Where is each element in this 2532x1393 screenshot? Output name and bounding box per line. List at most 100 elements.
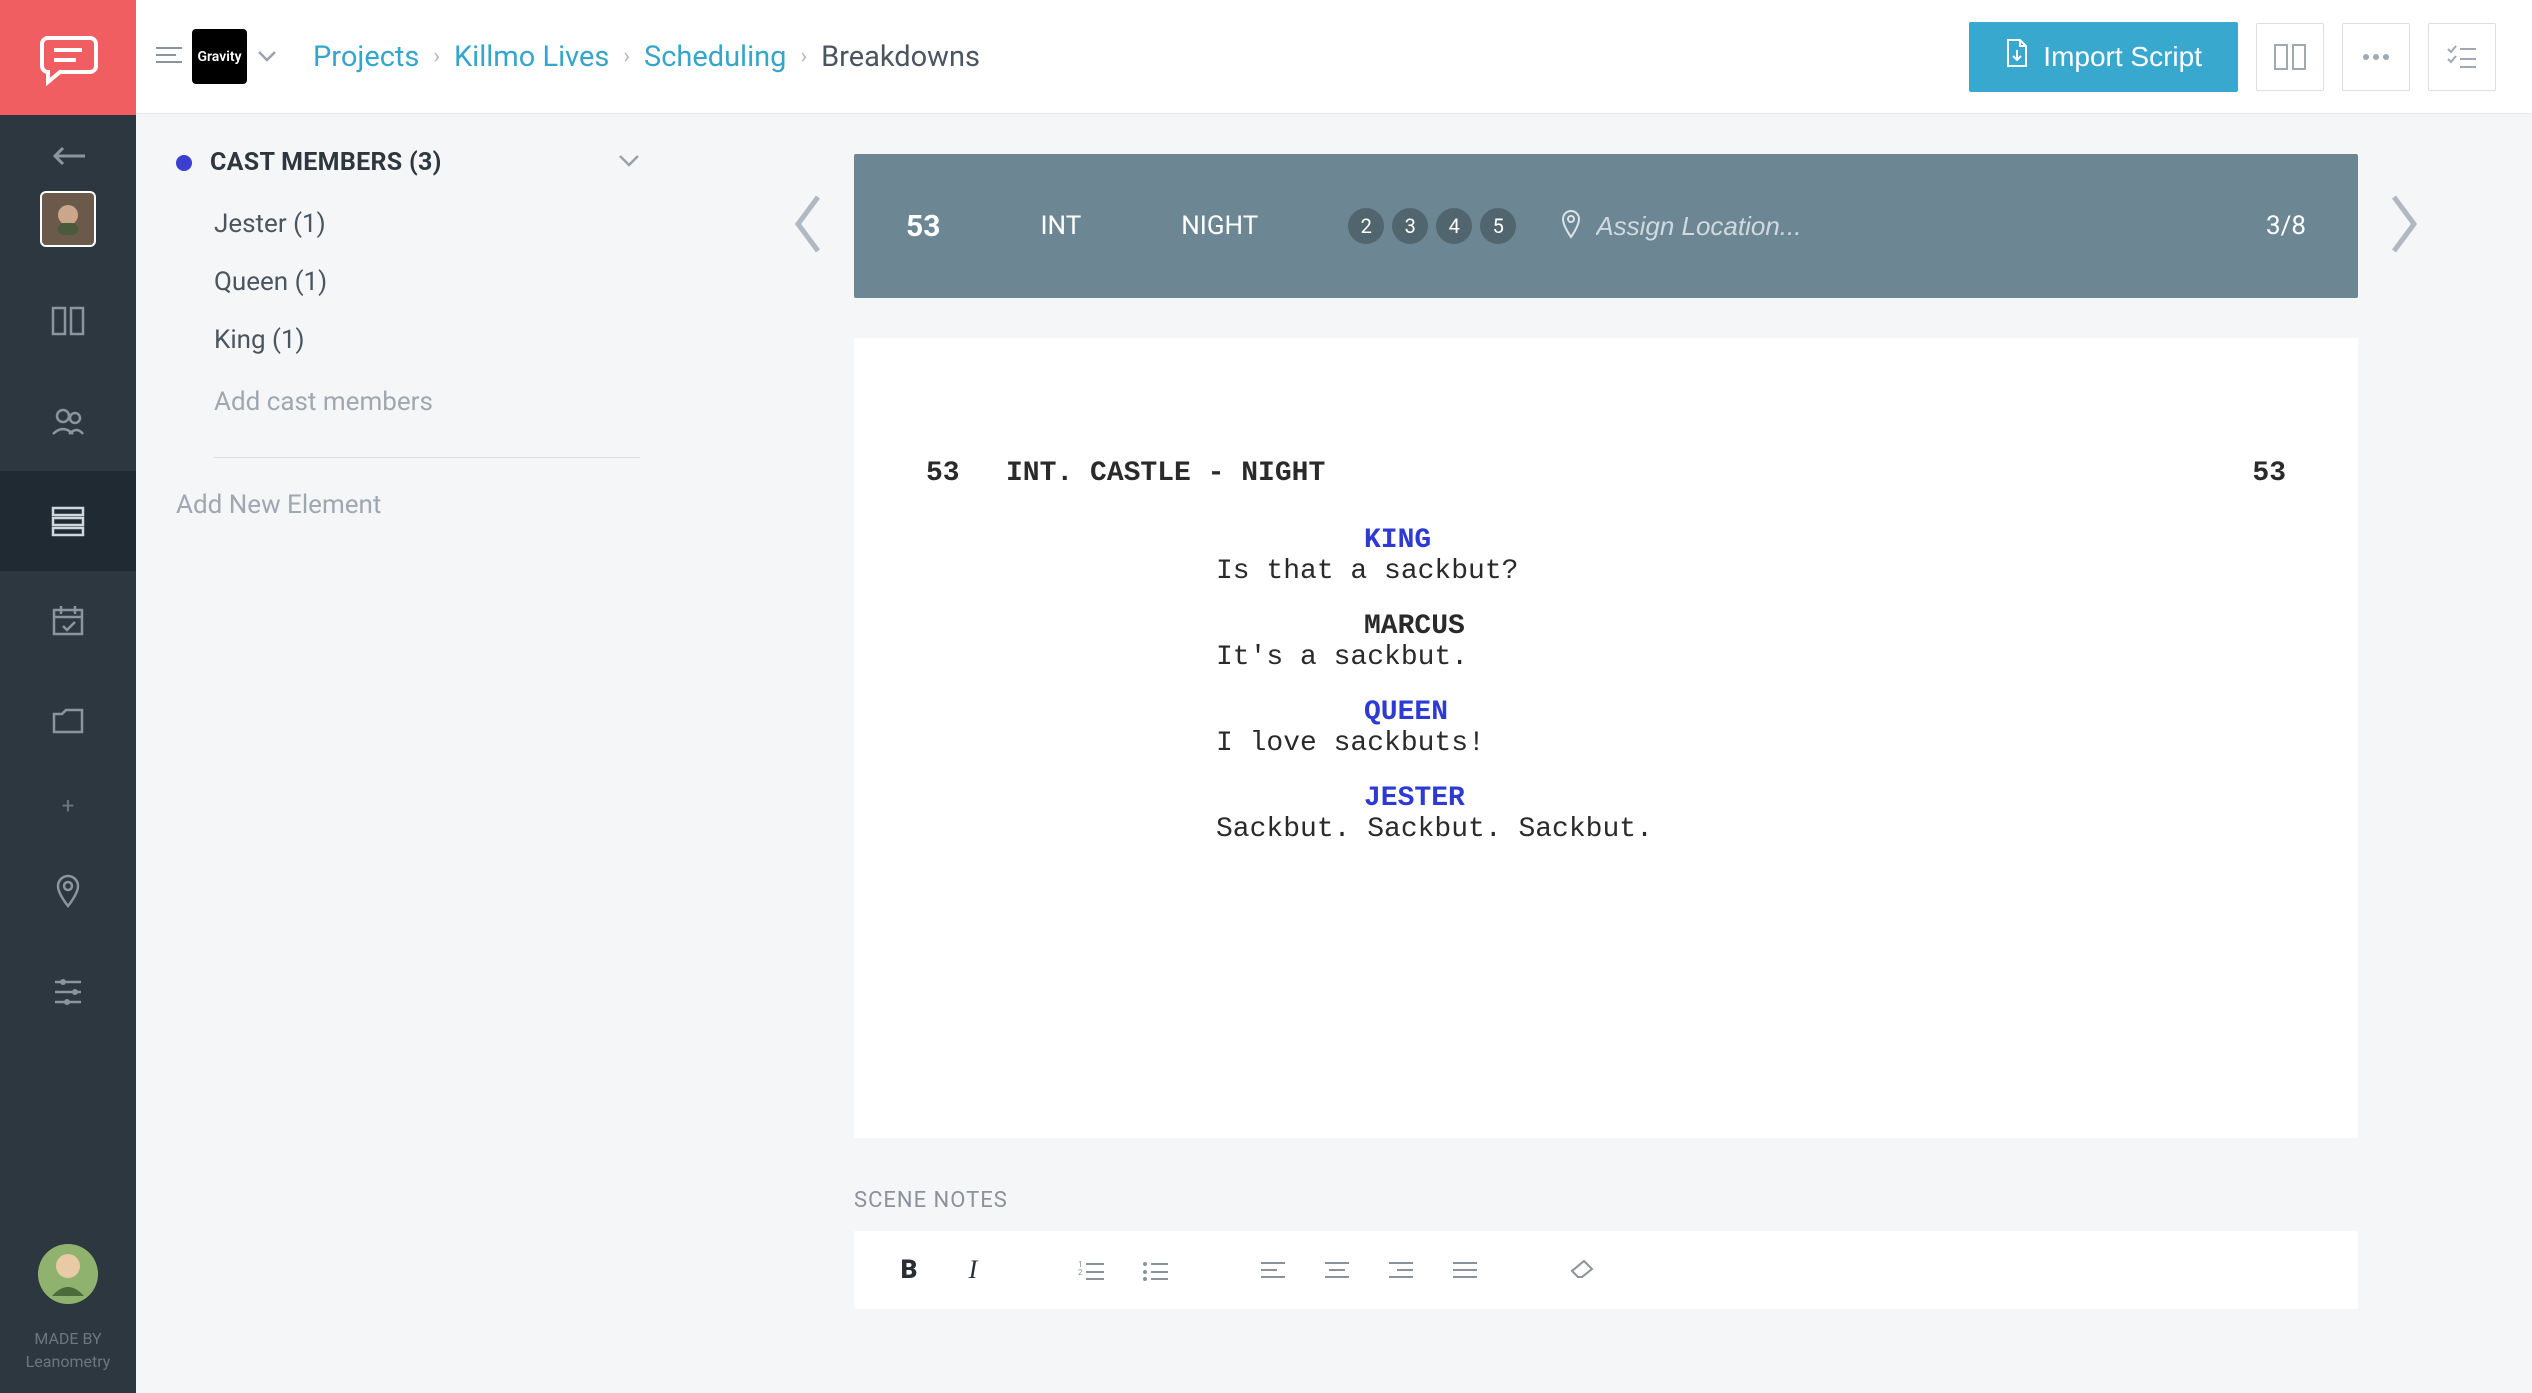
unordered-list-button[interactable] xyxy=(1140,1259,1170,1281)
align-center-icon xyxy=(1325,1260,1349,1280)
elements-panel: CAST MEMBERS (3) Jester (1) Queen (1) Ki… xyxy=(136,114,680,1393)
menu-lines-icon xyxy=(156,45,182,69)
nav-calendar[interactable] xyxy=(0,571,136,671)
location-assign[interactable] xyxy=(1560,209,1896,243)
category-header-cast[interactable]: CAST MEMBERS (3) xyxy=(176,140,640,195)
italic-button[interactable]: I xyxy=(958,1255,988,1285)
dialogue-block[interactable]: KINGIs that a sackbut? xyxy=(926,525,2286,587)
split-icon xyxy=(2273,43,2307,71)
footer-credit: MADE BY Leanometry xyxy=(26,1328,111,1373)
nav-settings[interactable] xyxy=(0,941,136,1041)
align-justify-button[interactable] xyxy=(1450,1260,1480,1280)
scene-intext[interactable]: INT xyxy=(1040,211,1081,241)
location-input[interactable] xyxy=(1596,211,1896,242)
chat-bubble-icon xyxy=(36,26,100,90)
nav-people[interactable] xyxy=(0,371,136,471)
cast-item[interactable]: Jester (1) xyxy=(214,195,640,253)
chevron-down-icon xyxy=(257,47,277,66)
character-name[interactable]: QUEEN xyxy=(1216,697,2286,728)
dialogue-line[interactable]: I love sackbuts! xyxy=(1216,728,2286,759)
nav-breakdowns[interactable] xyxy=(0,471,136,571)
more-button[interactable] xyxy=(2342,23,2410,91)
project-selector[interactable]: Gravity xyxy=(156,29,277,84)
calendar-icon xyxy=(49,602,87,640)
list-rows-icon xyxy=(49,502,87,540)
ol-icon: 12 xyxy=(1078,1259,1104,1281)
chevron-right-icon xyxy=(2384,189,2426,259)
notes-toolbar: B I 12 xyxy=(854,1231,2358,1309)
character-name[interactable]: JESTER xyxy=(1216,783,2286,814)
chevron-left-icon xyxy=(786,189,828,259)
shooting-day-pills: 2 3 4 5 xyxy=(1348,208,1516,244)
checklist-icon xyxy=(2446,43,2478,71)
file-import-icon xyxy=(2005,38,2029,75)
category-title: CAST MEMBERS (3) xyxy=(210,148,442,177)
day-pill[interactable]: 5 xyxy=(1480,208,1516,244)
chevron-right-icon: › xyxy=(433,44,440,69)
sliders-icon xyxy=(49,972,87,1010)
align-justify-icon xyxy=(1453,1260,1477,1280)
dialogue-block[interactable]: MARCUSIt's a sackbut. xyxy=(926,611,2286,673)
nav-locations[interactable] xyxy=(0,841,136,941)
category-color-dot xyxy=(176,155,192,171)
bold-button[interactable]: B xyxy=(894,1255,924,1285)
import-script-button[interactable]: Import Script xyxy=(1969,22,2238,92)
made-by-label: MADE BY xyxy=(26,1328,111,1350)
app-logo[interactable] xyxy=(0,0,136,115)
pin-icon xyxy=(49,872,87,910)
prev-scene-button[interactable] xyxy=(786,189,828,263)
align-center-button[interactable] xyxy=(1322,1260,1352,1280)
crumb-projects[interactable]: Projects xyxy=(313,40,419,74)
align-right-button[interactable] xyxy=(1386,1260,1416,1280)
scene-notes-section: SCENE NOTES B I 12 xyxy=(854,1188,2358,1309)
character-name[interactable]: KING xyxy=(1216,525,2286,556)
face-icon xyxy=(48,199,88,239)
people-icon xyxy=(49,402,87,440)
dialogue-block[interactable]: QUEENI love sackbuts! xyxy=(926,697,2286,759)
project-avatar[interactable] xyxy=(40,191,96,247)
scene-time[interactable]: NIGHT xyxy=(1181,211,1258,241)
left-rail: + MADE BY Leanometry xyxy=(0,0,136,1393)
slug-number-right: 53 xyxy=(2206,458,2286,489)
crumb-scheduling[interactable]: Scheduling xyxy=(644,40,787,74)
scene-header-bar: 5 3 INT NIGHT 2 3 4 5 3/8 xyxy=(854,154,2358,298)
nav-boards[interactable] xyxy=(0,271,136,371)
checklist-button[interactable] xyxy=(2428,23,2496,91)
back-arrow-icon[interactable] xyxy=(51,147,85,169)
dots-icon xyxy=(2361,53,2391,61)
split-view-button[interactable] xyxy=(2256,23,2324,91)
dialogue-line[interactable]: Is that a sackbut? xyxy=(1216,556,2286,587)
character-name[interactable]: MARCUS xyxy=(1216,611,2286,642)
cast-item[interactable]: King (1) xyxy=(214,311,640,369)
ordered-list-button[interactable]: 12 xyxy=(1076,1259,1106,1281)
divider xyxy=(214,457,640,458)
align-left-button[interactable] xyxy=(1258,1260,1288,1280)
nav-files[interactable] xyxy=(0,671,136,771)
dialogue-line[interactable]: Sackbut. Sackbut. Sackbut. xyxy=(1216,814,2286,845)
dialogue-line[interactable]: It's a sackbut. xyxy=(1216,642,2286,673)
nav-add[interactable]: + xyxy=(0,771,136,841)
script-canvas: 53 INT NIGHT 2 3 4 5 3/8 xyxy=(680,114,2532,1393)
add-new-element[interactable]: Add New Element xyxy=(176,480,640,530)
top-header: Gravity Projects › Killmo Lives › Schedu… xyxy=(136,0,2532,114)
cast-item[interactable]: Queen (1) xyxy=(214,253,640,311)
dialogue-block[interactable]: JESTERSackbut. Sackbut. Sackbut. xyxy=(926,783,2286,845)
align-right-icon xyxy=(1389,1260,1413,1280)
folder-icon xyxy=(49,702,87,740)
user-avatar[interactable] xyxy=(38,1244,98,1304)
next-scene-button[interactable] xyxy=(2384,189,2426,263)
chevron-right-icon: › xyxy=(800,44,807,69)
day-pill[interactable]: 3 xyxy=(1392,208,1428,244)
script-page[interactable]: 53 INT. CASTLE - NIGHT 53 KINGIs that a … xyxy=(854,338,2358,1138)
columns-icon xyxy=(49,302,87,340)
eraser-icon xyxy=(1570,1259,1596,1281)
page-count: 3/8 xyxy=(2266,211,2306,241)
breadcrumb: Projects › Killmo Lives › Scheduling › B… xyxy=(313,40,980,74)
import-label: Import Script xyxy=(2043,41,2202,73)
add-cast-member[interactable]: Add cast members xyxy=(214,369,640,435)
day-pill[interactable]: 2 xyxy=(1348,208,1384,244)
clear-format-button[interactable] xyxy=(1568,1259,1598,1281)
crumb-project-name[interactable]: Killmo Lives xyxy=(454,40,609,74)
day-pill[interactable]: 4 xyxy=(1436,208,1472,244)
slugline: INT. CASTLE - NIGHT xyxy=(1006,458,2206,489)
